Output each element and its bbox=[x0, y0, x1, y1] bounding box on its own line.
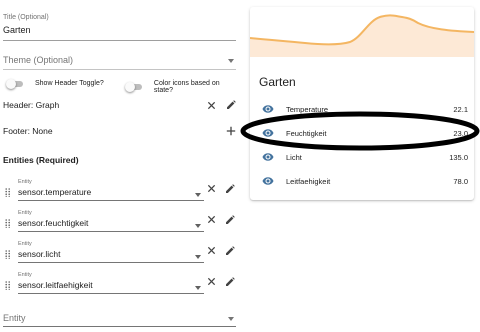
card-entity-value: 78.0 bbox=[453, 176, 468, 186]
card-editor: Title (Optional) Garten Theme (Optional)… bbox=[0, 0, 240, 332]
entity-clear-icon[interactable] bbox=[207, 246, 216, 255]
title-field-underline bbox=[3, 40, 236, 41]
entities-card-preview: Garten Temperature 22.1 Feuchtigkeit 23.… bbox=[250, 7, 474, 200]
header-clear-icon[interactable] bbox=[205, 99, 217, 111]
eye-icon bbox=[262, 105, 274, 113]
theme-select-underline bbox=[3, 69, 236, 70]
card-entity-value: 23.0 bbox=[453, 128, 468, 138]
card-entity-row[interactable]: Feuchtigkeit 23.0 bbox=[250, 126, 474, 140]
entity-picker-underline bbox=[18, 262, 204, 263]
footer-add-icon[interactable] bbox=[225, 125, 237, 137]
entity-picker[interactable]: Entity sensor.feuchtigkeit bbox=[18, 210, 204, 232]
card-entity-name: Feuchtigkeit bbox=[286, 128, 327, 138]
theme-select-placeholder: Theme (Optional) bbox=[3, 55, 74, 65]
entity-picker-label: Entity bbox=[18, 241, 32, 247]
drag-handle-icon[interactable] bbox=[5, 250, 11, 259]
card-entity-value: 22.1 bbox=[453, 104, 468, 114]
entity-edit-icon[interactable] bbox=[225, 184, 235, 194]
card-entity-name: Leitfaehigkeit bbox=[286, 176, 331, 186]
entity-picker-label: Entity bbox=[18, 210, 32, 216]
show-header-toggle[interactable]: Show Header Toggle? bbox=[6, 78, 104, 89]
entity-picker[interactable]: Entity sensor.licht bbox=[18, 241, 204, 263]
title-field-label: Title (Optional) bbox=[3, 14, 49, 21]
show-header-toggle-track[interactable] bbox=[6, 78, 23, 89]
header-row: Header: Graph bbox=[3, 98, 237, 112]
card-entity-value: 135.0 bbox=[449, 152, 468, 162]
show-header-toggle-label: Show Header Toggle? bbox=[35, 80, 104, 87]
header-graph bbox=[250, 14, 474, 57]
entity-edit-icon[interactable] bbox=[225, 246, 235, 256]
theme-dropdown-arrow-icon[interactable] bbox=[228, 59, 234, 63]
drag-handle-icon[interactable] bbox=[5, 219, 11, 228]
header-edit-icon[interactable] bbox=[225, 99, 237, 111]
color-icons-toggle-track[interactable] bbox=[125, 82, 142, 92]
new-entity-underline bbox=[3, 326, 236, 327]
title-field[interactable]: Title (Optional) Garten bbox=[3, 14, 236, 41]
card-entity-row[interactable]: Licht 135.0 bbox=[250, 150, 474, 164]
eye-icon bbox=[262, 129, 274, 137]
entity-clear-icon[interactable] bbox=[207, 215, 216, 224]
graph-area bbox=[250, 15, 474, 57]
entity-picker-value[interactable]: sensor.feuchtigkeit bbox=[18, 218, 204, 229]
entity-picker[interactable]: Entity sensor.temperature bbox=[18, 179, 204, 201]
entity-row: Entity sensor.leitfaehigkeit bbox=[3, 272, 237, 294]
footer-row-label: Footer: None bbox=[3, 126, 53, 136]
color-icons-toggle-label: Color icons based on state? bbox=[153, 80, 220, 94]
entity-dropdown-arrow-icon[interactable] bbox=[195, 255, 201, 259]
entity-row: Entity sensor.temperature bbox=[3, 179, 237, 201]
eye-icon bbox=[262, 177, 274, 185]
entity-picker-value[interactable]: sensor.leitfaehigkeit bbox=[18, 280, 204, 291]
entity-picker[interactable]: Entity sensor.leitfaehigkeit bbox=[18, 272, 204, 294]
entity-picker-underline bbox=[18, 200, 204, 201]
entity-dropdown-arrow-icon[interactable] bbox=[195, 224, 201, 228]
entity-row: Entity sensor.licht bbox=[3, 241, 237, 263]
drag-handle-icon[interactable] bbox=[5, 188, 11, 197]
card-entity-name: Temperature bbox=[286, 104, 329, 114]
card-entity-row[interactable]: Leitfaehigkeit 78.0 bbox=[250, 174, 474, 188]
entity-clear-icon[interactable] bbox=[207, 277, 216, 286]
header-row-label: Header: Graph bbox=[3, 100, 60, 110]
new-entity-placeholder: Entity bbox=[3, 313, 26, 323]
card-title: Garten bbox=[259, 75, 296, 89]
show-header-toggle-thumb[interactable] bbox=[6, 78, 16, 89]
footer-row: Footer: None bbox=[3, 124, 237, 138]
entity-picker-underline bbox=[18, 293, 204, 294]
entity-edit-icon[interactable] bbox=[225, 277, 235, 287]
eye-icon bbox=[262, 153, 274, 161]
theme-select[interactable]: Theme (Optional) bbox=[3, 55, 236, 70]
color-icons-toggle[interactable]: Color icons based on state? bbox=[125, 80, 240, 94]
entity-dropdown-arrow-icon[interactable] bbox=[195, 193, 201, 197]
entity-picker-underline bbox=[18, 231, 204, 232]
entities-section-title: Entities (Required) bbox=[3, 155, 79, 165]
drag-handle-icon[interactable] bbox=[5, 281, 11, 290]
card-entity-name: Licht bbox=[286, 152, 302, 162]
entity-dropdown-arrow-icon[interactable] bbox=[195, 286, 201, 290]
entity-edit-icon[interactable] bbox=[225, 215, 235, 225]
entity-picker-label: Entity bbox=[18, 179, 32, 185]
entity-row: Entity sensor.feuchtigkeit bbox=[3, 210, 237, 232]
entity-clear-icon[interactable] bbox=[207, 184, 216, 193]
entity-picker-value[interactable]: sensor.temperature bbox=[18, 187, 204, 198]
card-entity-row[interactable]: Temperature 22.1 bbox=[250, 102, 474, 116]
new-entity-picker[interactable]: Entity bbox=[3, 313, 236, 327]
entity-picker-label: Entity bbox=[18, 272, 32, 278]
color-icons-toggle-thumb[interactable] bbox=[125, 82, 135, 92]
new-entity-dropdown-arrow-icon[interactable] bbox=[228, 317, 234, 321]
title-field-value[interactable]: Garten bbox=[3, 25, 236, 37]
entity-picker-value[interactable]: sensor.licht bbox=[18, 249, 204, 260]
